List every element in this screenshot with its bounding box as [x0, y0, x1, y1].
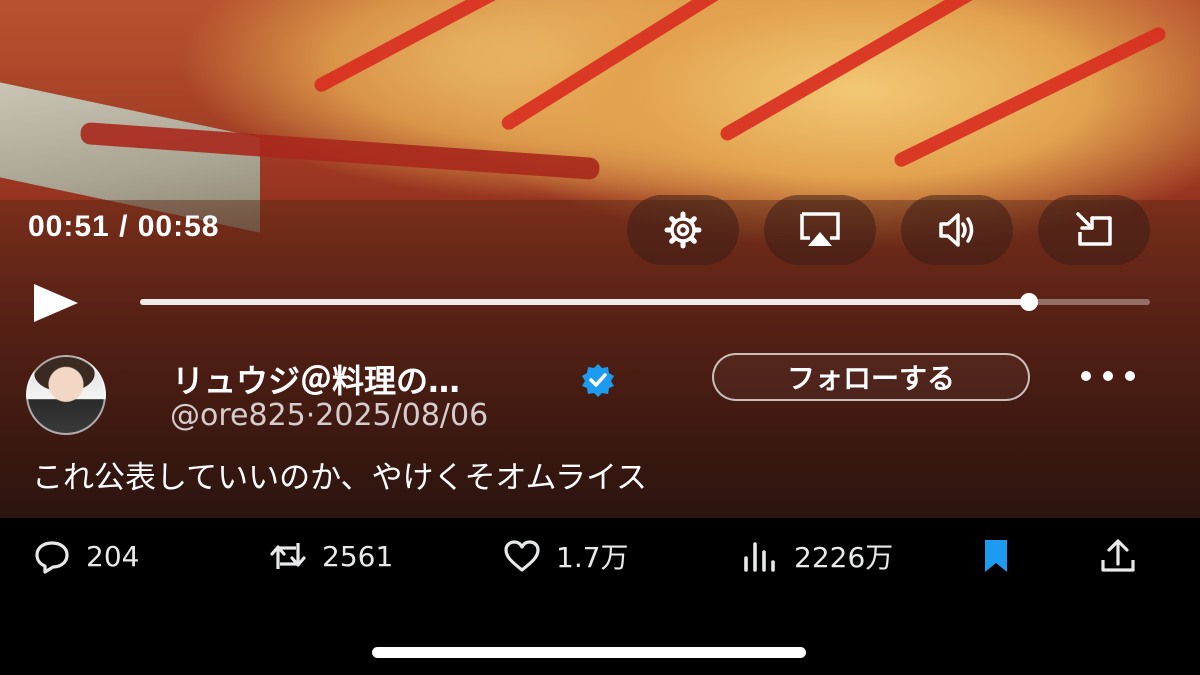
video-progress-knob[interactable] [1019, 293, 1038, 311]
post-date: 2025/08/06 [315, 398, 489, 433]
video-progress-bar[interactable] [140, 293, 1150, 311]
video-frame-sauce [717, 0, 1003, 144]
verified-badge-icon [582, 364, 614, 397]
like-button[interactable]: 1.7万 [502, 536, 629, 576]
video-progress-fill [140, 299, 1029, 305]
play-icon[interactable] [30, 282, 82, 324]
time-total: 00:58 [137, 210, 220, 243]
airplay-button[interactable] [764, 195, 876, 265]
share-icon [1101, 539, 1135, 572]
video-frame-sauce [892, 24, 1168, 170]
author-display-name[interactable]: リュウジ＠料理の… [172, 356, 460, 402]
bar-chart-icon [744, 542, 775, 572]
views-button[interactable]: 2226万 [740, 536, 893, 576]
view-count: 2226万 [794, 541, 894, 574]
reply-count: 204 [86, 539, 140, 573]
repost-icon [270, 543, 306, 569]
settings-button[interactable] [627, 195, 739, 265]
time-current: 00:51 [28, 210, 110, 243]
like-count: 1.7万 [556, 541, 629, 574]
repost-count: 2561 [322, 539, 394, 573]
pip-button[interactable] [1038, 195, 1150, 265]
reply-icon [35, 541, 69, 574]
handle-date-separator: · [305, 398, 316, 433]
volume-button[interactable] [901, 195, 1013, 265]
video-frame-sauce [311, 0, 549, 95]
pip-exit-icon [1076, 212, 1112, 246]
ellipsis-icon[interactable] [1076, 366, 1140, 386]
bookmark-icon [985, 540, 1007, 572]
author-handle[interactable]: @ore825 [170, 398, 306, 433]
home-indicator[interactable] [372, 647, 806, 658]
avatar[interactable] [26, 355, 106, 435]
time-divider: / [119, 210, 138, 243]
repost-button[interactable]: 2561 [268, 536, 393, 576]
speaker-icon [939, 213, 974, 247]
follow-button[interactable]: フォローする [712, 353, 1030, 401]
reply-button[interactable]: 204 [32, 536, 139, 576]
airplay-icon [800, 212, 840, 246]
author-handle-line: @ore825·2025/08/06 [170, 398, 488, 433]
video-player[interactable] [0, 0, 1200, 518]
share-button[interactable] [1098, 536, 1138, 576]
video-timecode: 00:51 / 00:58 [28, 210, 219, 244]
bookmark-button[interactable] [976, 536, 1016, 576]
heart-icon [504, 540, 540, 572]
gear-icon [664, 211, 702, 249]
post-text: これ公表していいのか、やけくそオムライス [32, 460, 648, 496]
video-frame-sauce [499, 0, 761, 133]
